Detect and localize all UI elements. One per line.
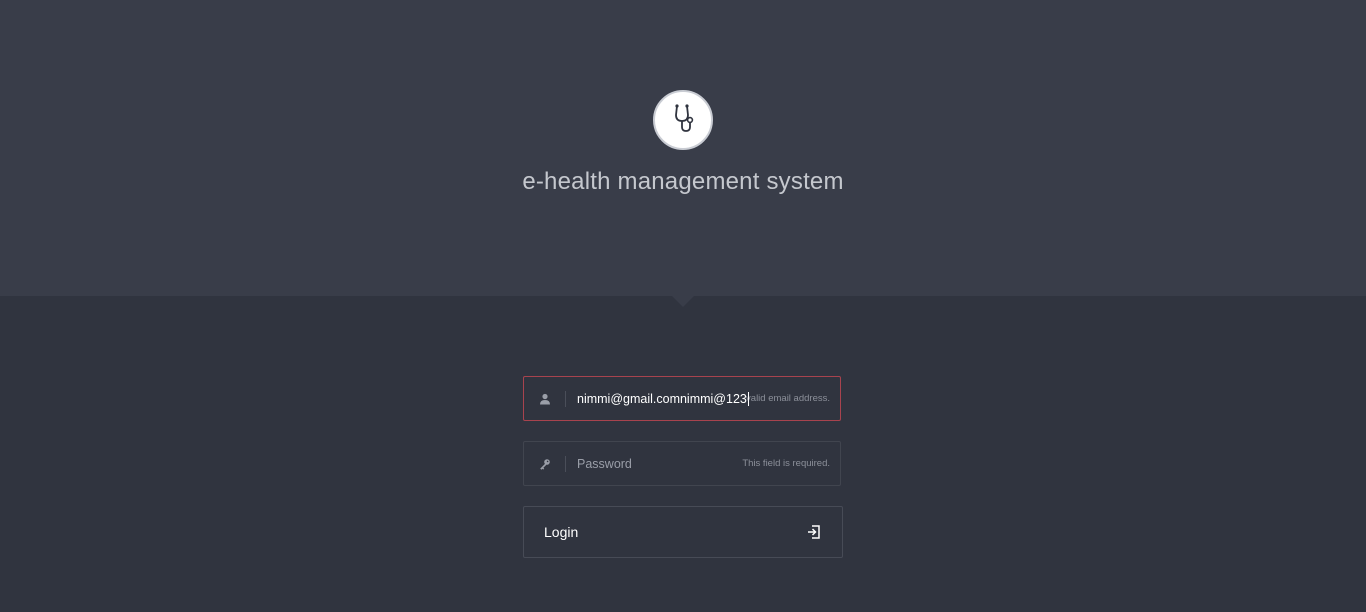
- app-logo: [653, 90, 713, 150]
- text-caret: [747, 391, 749, 406]
- email-input[interactable]: nimmi@gmail.comnimmi@123: [577, 377, 749, 420]
- stethoscope-icon: [666, 101, 700, 140]
- password-field[interactable]: Password This field is required.: [523, 441, 841, 486]
- app-title: e-health management system: [522, 168, 844, 195]
- email-error-hint: valid email address.: [746, 393, 830, 404]
- key-icon: [524, 442, 566, 485]
- field-separator: [565, 456, 566, 472]
- password-input[interactable]: Password: [577, 442, 632, 485]
- header-pointer: [672, 296, 694, 307]
- email-value: nimmi@gmail.comnimmi@123: [577, 391, 747, 406]
- email-field[interactable]: valid email address. nimmi@gmail.comnimm…: [523, 376, 841, 421]
- login-button[interactable]: Login: [523, 506, 843, 558]
- sign-in-icon: [806, 524, 822, 540]
- password-error-hint: This field is required.: [742, 458, 830, 469]
- field-separator: [565, 391, 566, 407]
- login-button-label: Login: [544, 524, 579, 540]
- user-icon: [524, 377, 566, 420]
